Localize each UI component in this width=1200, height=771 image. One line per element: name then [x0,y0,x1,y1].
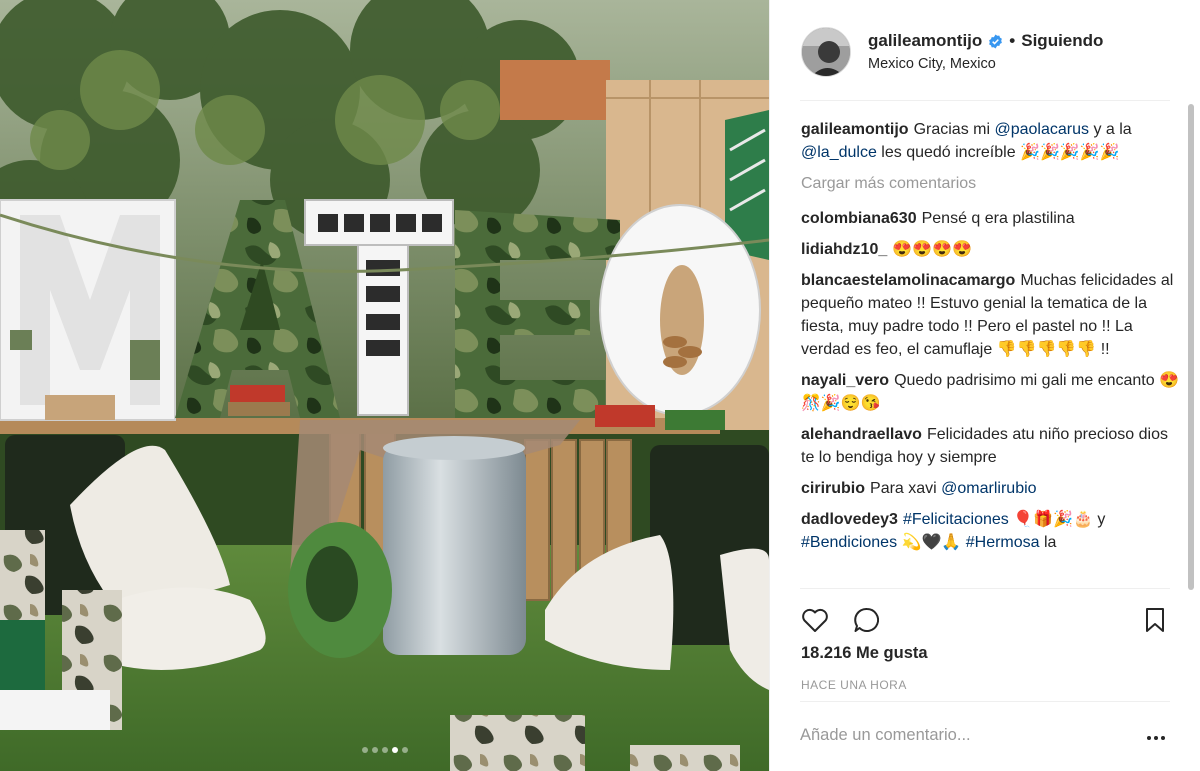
caption-text: Gracias mi [913,121,995,138]
caption-text: y a la [1089,121,1132,138]
comment: dadlovedey3 #Felicitaciones 🎈🎁🎉🎂 y #Bendi… [801,508,1181,554]
comment-input[interactable] [800,726,1130,745]
comment: nayali_vero Quedo padrisimo mi gali me en… [801,369,1181,415]
comment-bubble-icon[interactable] [852,605,882,635]
avatar-image [802,28,850,76]
mention-link[interactable]: @omarlirubio [941,480,1036,497]
header-divider [800,100,1170,101]
like-heart-icon[interactable] [800,605,830,635]
post-header: galileamontijo • Siguiendo Mexico City, … [770,0,1200,101]
caption-text: les quedó increíble 🎉🎉🎉🎉🎉 [876,144,1120,161]
party-scene-image [0,0,769,771]
comments-list[interactable]: galileamontijo Gracias mi @paolacarus y a… [801,118,1181,588]
comment-text: la [1039,534,1057,551]
comment-username[interactable]: alehandraellavo [801,426,922,443]
mention-link[interactable]: @paolacarus [994,121,1089,138]
hashtag-link[interactable]: #Bendiciones [801,534,897,551]
comment-text: 💫🖤🙏 [897,534,966,551]
comment-username[interactable]: lidiahdz10_ [801,241,887,258]
comment-text: 🎈🎁🎉🎂 y [1008,511,1106,528]
comment-text: Para xavi [870,480,942,497]
comments-scrollbar[interactable] [1188,102,1194,590]
header-separator: • [1009,31,1016,50]
comment-text: 😍😍😍😍 [892,241,972,258]
post-photo[interactable] [0,0,769,771]
comment: alehandraellavo Felicidades atu niño prec… [801,423,1181,469]
comment: blancaestelamolinacamargo Muchas felicida… [801,269,1181,361]
comment-username[interactable]: nayali_vero [801,372,889,389]
comment-username[interactable]: blancaestelamolinacamargo [801,272,1015,289]
dot [1161,736,1165,740]
carousel-dot [381,747,388,753]
hashtag-link[interactable]: #Felicitaciones [903,511,1009,528]
add-comment-bar [800,701,1170,771]
header-username[interactable]: galileamontijo [868,31,982,51]
comment-username[interactable]: galileamontijo [801,121,909,138]
mention-link[interactable]: @la_dulce [801,144,877,161]
carousel-dot [401,747,408,753]
carousel-dot-active [391,747,398,753]
action-bar [800,588,1170,648]
letter-m [0,199,176,421]
caption: galileamontijo Gracias mi @paolacarus y a… [801,118,1181,164]
load-more-comments-button[interactable]: Cargar más comentarios [801,172,1181,195]
dot [1154,736,1158,740]
post-timestamp[interactable]: HACE UNA HORA [801,678,907,692]
more-options-icon[interactable] [1144,728,1168,748]
avatar[interactable] [801,27,851,77]
save-bookmark-icon[interactable] [1140,605,1170,635]
following-button[interactable]: Siguiendo [1021,31,1103,51]
comment: cirirubio Para xavi @omarlirubio [801,477,1181,500]
comment: lidiahdz10_ 😍😍😍😍 [801,238,1181,261]
carousel-dot [361,747,368,753]
carousel-dot [371,747,378,753]
dot [1147,736,1151,740]
comment-username[interactable]: dadlovedey3 [801,511,898,528]
hashtag-link[interactable]: #Hermosa [966,534,1040,551]
likes-count[interactable]: 18.216 Me gusta [801,644,928,663]
verified-badge-icon [989,33,1003,49]
comment-text: Pensé q era plastilina [921,210,1075,227]
comment: colombiana630 Pensé q era plastilina [801,207,1181,230]
carousel-indicator [0,747,769,753]
comment-username[interactable]: colombiana630 [801,210,917,227]
post-side-panel: galileamontijo • Siguiendo Mexico City, … [769,0,1200,771]
scrollbar-thumb[interactable] [1188,104,1194,590]
location-link[interactable]: Mexico City, Mexico [868,56,996,72]
comment-username[interactable]: cirirubio [801,480,865,497]
